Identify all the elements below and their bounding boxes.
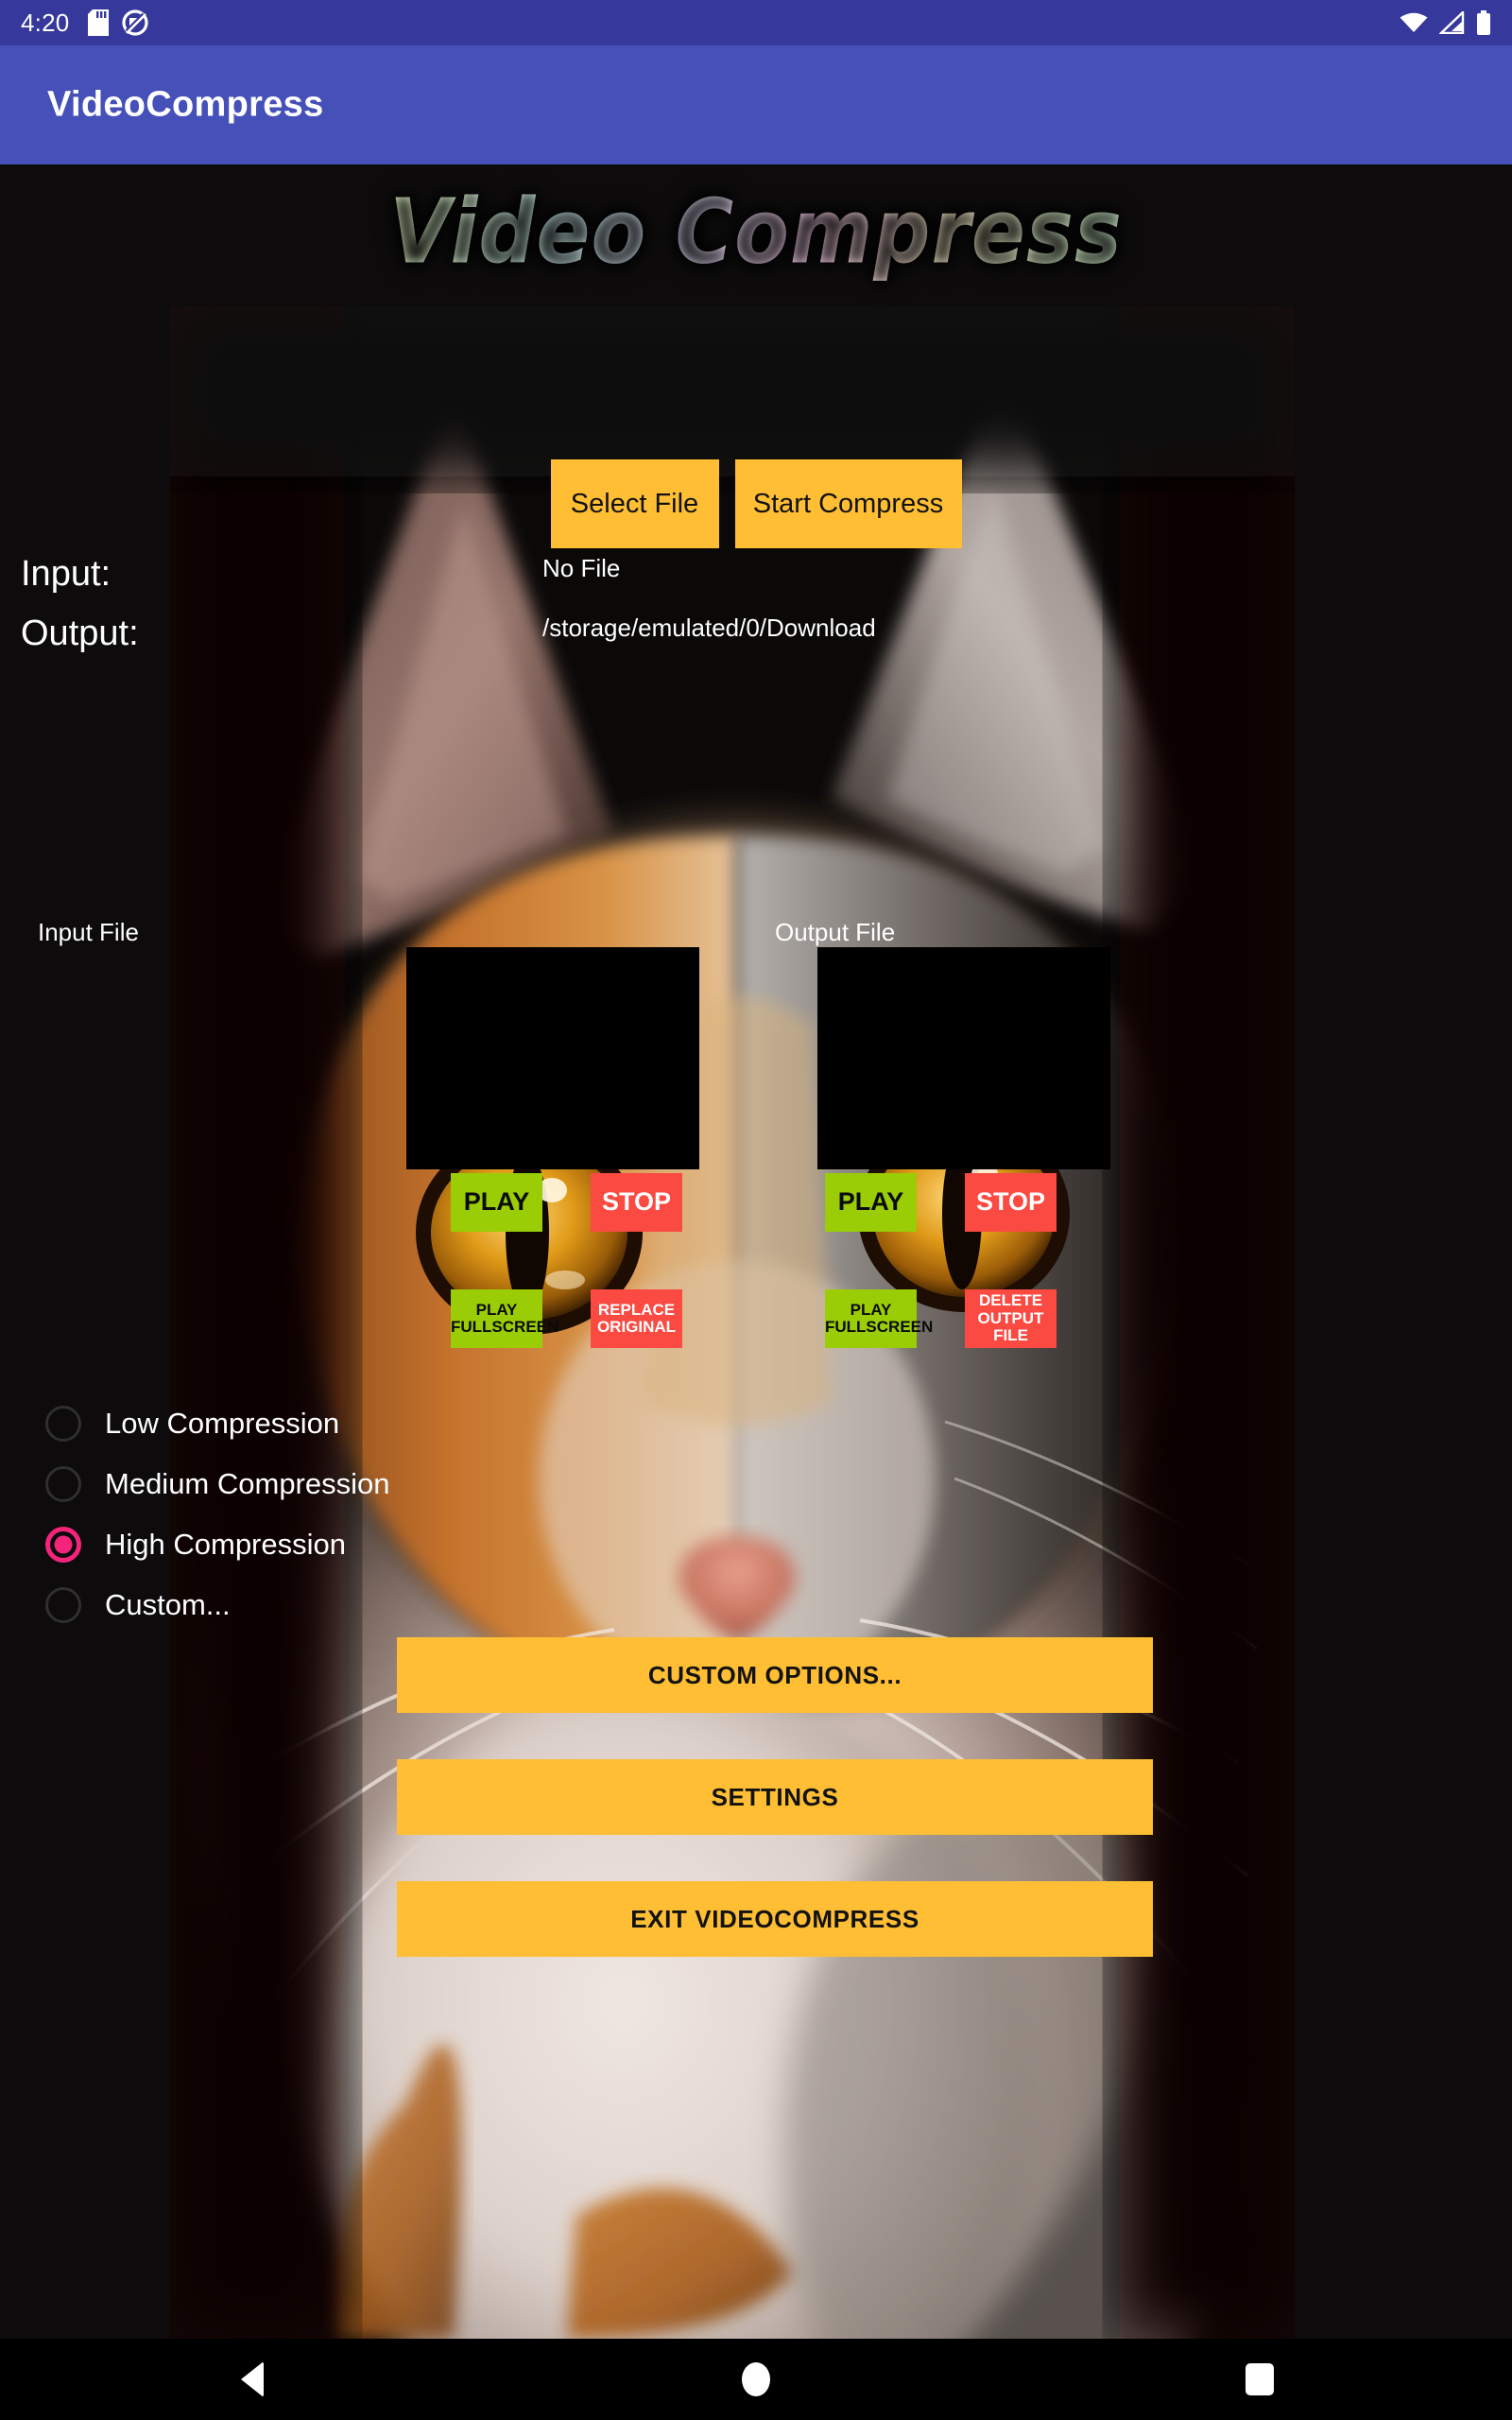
input-video-preview[interactable] — [406, 947, 699, 1169]
custom-options-button[interactable]: CUSTOM OPTIONS... — [397, 1637, 1153, 1713]
delete-output-file-button[interactable]: DELETE OUTPUT FILE — [965, 1289, 1057, 1348]
input-play-fullscreen-button[interactable]: PLAY FULLSCREEN — [451, 1289, 558, 1348]
status-left-icons — [88, 9, 149, 36]
recents-square-icon — [1246, 2363, 1275, 2395]
status-clock: 4:20 — [21, 8, 70, 37]
nav-home-button[interactable] — [699, 2339, 813, 2420]
do-not-disturb-icon — [122, 9, 149, 36]
radio-option-custom[interactable]: Custom... — [0, 1575, 662, 1635]
main-content: Video Compress Select File Start Compres… — [0, 164, 1512, 2339]
status-right-icons — [1400, 10, 1491, 35]
radio-option-medium[interactable]: Medium Compression — [0, 1454, 662, 1514]
nav-recents-button[interactable] — [1203, 2339, 1316, 2420]
status-bar: 4:20 — [0, 0, 1512, 45]
input-play-button[interactable]: PLAY — [451, 1173, 542, 1232]
wifi-icon — [1400, 12, 1428, 32]
radio-label: Medium Compression — [105, 1467, 390, 1500]
cellular-signal-icon — [1439, 11, 1465, 34]
app-bar-title: VideoCompress — [47, 84, 324, 125]
output-stop-button[interactable]: STOP — [965, 1173, 1057, 1232]
input-path-row: Input: No File — [0, 554, 1512, 594]
compression-radio-group: Low Compression Medium Compression High … — [0, 1393, 662, 1635]
radio-circle-selected-icon — [45, 1527, 81, 1563]
radio-circle-icon — [45, 1406, 81, 1442]
top-button-row: Select File Start Compress — [0, 459, 1512, 548]
android-navigation-bar — [0, 2339, 1512, 2420]
home-circle-icon — [741, 2362, 770, 2396]
input-file-label: Input File — [38, 918, 139, 946]
output-play-fullscreen-button[interactable]: PLAY FULLSCREEN — [825, 1289, 933, 1348]
replace-original-button[interactable]: REPLACE ORIGINAL — [591, 1289, 682, 1348]
radio-label: High Compression — [105, 1528, 346, 1561]
radio-circle-icon — [45, 1587, 81, 1623]
output-label: Output: — [21, 614, 139, 653]
input-value: No File — [542, 554, 621, 582]
radio-circle-icon — [45, 1466, 81, 1502]
battery-icon — [1477, 10, 1490, 35]
settings-button[interactable]: SETTINGS — [397, 1759, 1153, 1835]
sd-card-icon — [88, 9, 110, 36]
output-path-row: Output: /storage/emulated/0/Download — [0, 614, 1512, 653]
radio-label: Low Compression — [105, 1407, 340, 1440]
exit-videocompress-button[interactable]: EXIT VIDEOCOMPRESS — [397, 1881, 1153, 1957]
nav-back-button[interactable] — [196, 2339, 309, 2420]
output-file-label: Output File — [775, 918, 896, 946]
back-triangle-icon — [240, 2361, 264, 2397]
app-bar: VideoCompress — [0, 45, 1512, 164]
radio-option-low[interactable]: Low Compression — [0, 1393, 662, 1454]
select-file-button[interactable]: Select File — [550, 459, 719, 548]
radio-label: Custom... — [105, 1588, 231, 1621]
input-stop-button[interactable]: STOP — [591, 1173, 682, 1232]
start-compress-button[interactable]: Start Compress — [734, 459, 962, 548]
output-video-preview[interactable] — [817, 947, 1110, 1169]
output-value: /storage/emulated/0/Download — [542, 614, 876, 642]
input-label: Input: — [21, 554, 112, 594]
app-logo-title: Video Compress — [0, 180, 1512, 284]
output-play-button[interactable]: PLAY — [825, 1173, 917, 1232]
radio-option-high[interactable]: High Compression — [0, 1514, 662, 1575]
